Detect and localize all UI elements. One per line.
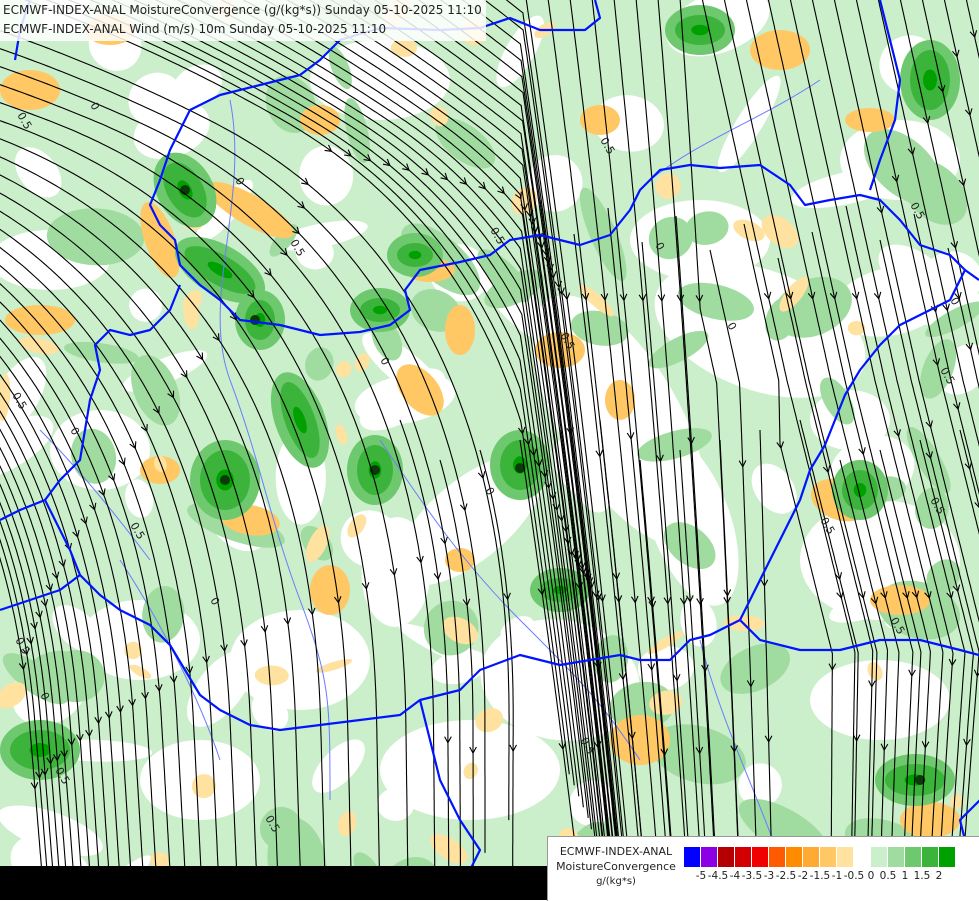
- legend-tick-label: -2: [797, 870, 809, 882]
- legend-tick-label: -4: [729, 870, 741, 882]
- legend-swatch: [905, 847, 922, 867]
- legend-tick-label: -3: [763, 870, 775, 882]
- fill-divergence: [900, 802, 960, 838]
- fill-convergence-max: [408, 250, 422, 260]
- weather-map: 00.500.50.5 0000.50.50.50.50.500.50.5000.…: [0, 0, 979, 900]
- legend-tick-label: -4.5: [707, 870, 729, 882]
- map-title-moisture: ECMWF-INDEX-ANAL MoistureConvergence (g/…: [3, 3, 482, 17]
- legend-swatch: [786, 847, 803, 867]
- legend-swatch: [769, 847, 786, 867]
- fill-convergence-max: [923, 69, 937, 91]
- legend-tick-label: -2.5: [775, 870, 797, 882]
- legend-swatch: [922, 847, 939, 867]
- legend-tick-label: 0.5: [879, 870, 897, 882]
- legend-swatch: [854, 847, 871, 867]
- map-title-box: ECMWF-INDEX-ANAL MoistureConvergence (g/…: [0, 0, 486, 41]
- legend-swatch: [803, 847, 820, 867]
- legend-tick-label: -1.5: [809, 870, 831, 882]
- legend-tick-label: 0: [867, 870, 875, 882]
- fill-convergence-max: [373, 305, 387, 315]
- legend-tick-label: -5: [695, 870, 707, 882]
- legend-swatches: [684, 847, 956, 867]
- legend-tick-label: -0.5: [843, 870, 865, 882]
- legend-swatch: [820, 847, 837, 867]
- map-edge-strip: [0, 866, 560, 900]
- legend-ticks: -5 -4.5 -4 -3.5 -3 -2.5 -2 -1.5 -1 -0.5 0 0.5 1 1.5 2: [684, 870, 974, 884]
- legend-tick-label: 1: [901, 870, 909, 882]
- convergence-core: [250, 315, 260, 325]
- fill-divergence: [605, 380, 635, 420]
- legend-parameter: MoistureConvergence: [556, 860, 676, 873]
- legend-swatch: [871, 847, 888, 867]
- legend-swatch: [939, 847, 956, 867]
- legend-swatch: [888, 847, 905, 867]
- legend-swatch: [837, 847, 854, 867]
- fill-convergence-max: [691, 24, 709, 36]
- legend-tick-label: -1: [831, 870, 843, 882]
- legend-tick-label: 2: [935, 870, 943, 882]
- legend-swatch: [684, 847, 701, 867]
- legend-swatch: [701, 847, 718, 867]
- legend-swatch: [718, 847, 735, 867]
- convergence-core: [220, 475, 230, 485]
- fill-divergence: [845, 108, 895, 132]
- fill-divergence: [310, 565, 350, 615]
- fill-divergence: [445, 305, 475, 355]
- legend-unit: g/(kg*s): [596, 876, 636, 887]
- legend-model: ECMWF-INDEX-ANAL: [559, 845, 673, 858]
- color-legend: ECMWF-INDEX-ANAL MoistureConvergence g/(…: [547, 836, 979, 901]
- legend-swatch: [735, 847, 752, 867]
- map-title-wind: ECMWF-INDEX-ANAL Wind (m/s) 10m Sunday 0…: [3, 22, 387, 36]
- fill-divergence: [300, 105, 340, 135]
- legend-title: ECMWF-INDEX-ANAL MoistureConvergence g/(…: [550, 844, 682, 889]
- legend-swatch: [752, 847, 769, 867]
- legend-tick-label: 1.5: [913, 870, 931, 882]
- legend-tick-label: -3.5: [741, 870, 763, 882]
